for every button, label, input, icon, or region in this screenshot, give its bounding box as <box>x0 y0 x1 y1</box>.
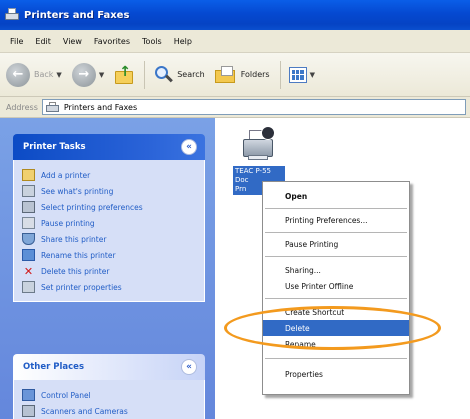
menu-tools[interactable]: Tools <box>136 37 168 46</box>
task-label: Pause printing <box>41 218 95 228</box>
context-menu: Open Printing Preferences... Pause Print… <box>262 181 410 395</box>
views-icon <box>288 66 307 83</box>
chevron-down-icon: ▼ <box>56 70 62 79</box>
default-printer-check-icon <box>261 126 275 140</box>
task-rename-printer[interactable]: Rename this printer <box>22 247 198 263</box>
task-label: Set printer properties <box>41 282 122 292</box>
other-places-title: Other Places <box>23 362 84 372</box>
menu-separator <box>265 256 407 257</box>
preferences-icon <box>22 201 35 213</box>
back-label: Back <box>34 70 54 79</box>
properties-icon <box>22 281 35 293</box>
task-label: Rename this printer <box>41 250 116 260</box>
delete-x-icon: ✕ <box>23 264 34 278</box>
menu-separator <box>265 208 407 209</box>
printer-tasks-title: Printer Tasks <box>23 142 86 152</box>
folder-up-icon: ↑ <box>114 64 134 85</box>
printer-name-line1: TEAC P-55 <box>235 167 271 175</box>
menu-printing-preferences[interactable]: Printing Preferences... <box>263 212 409 228</box>
chevron-down-icon: ▼ <box>309 70 315 79</box>
task-add-printer[interactable]: Add a printer <box>22 167 198 183</box>
printer-icon[interactable] <box>241 126 275 162</box>
forward-arrow-icon: → <box>71 62 96 87</box>
up-button[interactable]: ↑ <box>114 64 134 85</box>
menu-edit[interactable]: Edit <box>29 37 57 46</box>
collapse-icon[interactable]: « <box>181 359 197 375</box>
address-field[interactable]: Printers and Faxes <box>41 99 466 115</box>
menu-favorites[interactable]: Favorites <box>88 37 136 46</box>
menu-bar: File Edit View Favorites Tools Help <box>0 30 470 53</box>
menu-separator <box>265 232 407 233</box>
views-button[interactable]: ▼ <box>288 66 315 83</box>
place-label: Scanners and Cameras <box>41 406 128 416</box>
folders-button[interactable]: Folders <box>214 65 270 84</box>
search-button[interactable]: Search <box>153 65 205 85</box>
other-places-list: Control Panel Scanners and Cameras <box>13 380 205 419</box>
toolbar: ← Back ▼ → ▼ ↑ Search Folders ▼ <box>0 53 470 97</box>
task-share-printer[interactable]: Share this printer <box>22 231 198 247</box>
annotation-ring <box>224 306 441 350</box>
print-queue-icon <box>22 185 35 197</box>
task-label: Select printing preferences <box>41 202 143 212</box>
address-label: Address <box>6 102 38 112</box>
window-title: Printers and Faxes <box>24 9 130 21</box>
search-label: Search <box>177 70 205 79</box>
address-value: Printers and Faxes <box>63 102 138 112</box>
task-select-preferences[interactable]: Select printing preferences <box>22 199 198 215</box>
printer-folder-icon <box>45 101 60 113</box>
task-see-printing[interactable]: See what's printing <box>22 183 198 199</box>
printer-folder-icon <box>4 8 20 22</box>
address-bar: Address Printers and Faxes <box>0 97 470 118</box>
collapse-icon[interactable]: « <box>181 139 197 155</box>
scanner-icon <box>22 405 35 417</box>
menu-separator <box>265 298 407 299</box>
printer-tasks-list: Add a printer See what's printing Select… <box>13 160 205 302</box>
other-places-panel: Other Places « Control Panel Scanners an… <box>13 354 205 419</box>
menu-separator <box>265 358 407 359</box>
task-label: Add a printer <box>41 170 91 180</box>
task-label: See what's printing <box>41 186 114 196</box>
title-bar: Printers and Faxes <box>0 0 470 30</box>
printer-tasks-header[interactable]: Printer Tasks « <box>13 134 205 160</box>
forward-button[interactable]: → ▼ <box>71 62 105 87</box>
control-panel-icon <box>22 389 35 401</box>
menu-file[interactable]: File <box>4 37 29 46</box>
task-label: Share this printer <box>41 234 107 244</box>
rename-icon <box>22 249 35 261</box>
place-scanners-cameras[interactable]: Scanners and Cameras <box>22 403 198 419</box>
toolbar-separator <box>279 60 281 89</box>
search-icon <box>153 65 174 85</box>
menu-sharing[interactable]: Sharing... <box>263 262 409 278</box>
pause-icon <box>22 217 35 229</box>
task-pause-printing[interactable]: Pause printing <box>22 215 198 231</box>
menu-pause-printing[interactable]: Pause Printing <box>263 236 409 252</box>
folders-label: Folders <box>240 70 270 79</box>
add-printer-icon <box>22 169 35 181</box>
back-button[interactable]: ← Back ▼ <box>6 62 62 87</box>
share-icon <box>22 233 35 245</box>
place-label: Control Panel <box>41 390 91 400</box>
toolbar-separator <box>144 60 146 89</box>
task-set-properties[interactable]: Set printer properties <box>22 279 198 295</box>
menu-properties[interactable]: Properties <box>263 366 409 382</box>
other-places-header[interactable]: Other Places « <box>13 354 205 380</box>
back-arrow-icon: ← <box>6 62 30 87</box>
task-label: Delete this printer <box>41 266 110 276</box>
menu-open[interactable]: Open <box>263 188 409 204</box>
menu-view[interactable]: View <box>57 37 88 46</box>
task-delete-printer[interactable]: ✕ Delete this printer <box>22 263 198 279</box>
task-pane: Printer Tasks « Add a printer See what's… <box>0 118 215 419</box>
menu-use-offline[interactable]: Use Printer Offline <box>263 278 409 294</box>
folders-icon <box>214 65 237 84</box>
menu-help[interactable]: Help <box>168 37 198 46</box>
place-control-panel[interactable]: Control Panel <box>22 387 198 403</box>
chevron-down-icon: ▼ <box>98 70 105 79</box>
printer-tasks-panel: Printer Tasks « Add a printer See what's… <box>13 134 205 302</box>
